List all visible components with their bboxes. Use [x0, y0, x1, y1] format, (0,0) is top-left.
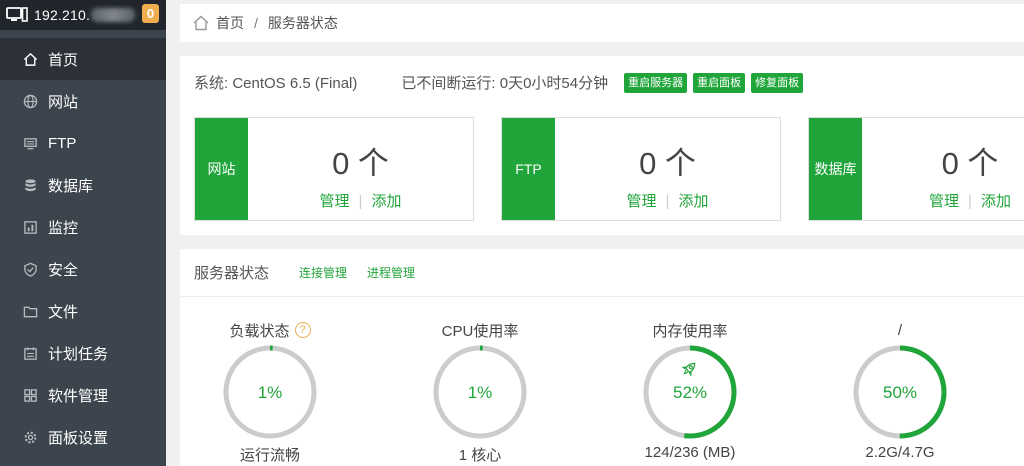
gauge-title: CPU使用率: [441, 322, 519, 340]
home-icon[interactable]: [192, 14, 210, 32]
sidebar-header: 192.210. 0: [0, 0, 166, 30]
sidebar-item-label: 网站: [48, 93, 79, 111]
sidebar-item[interactable]: 首页: [0, 38, 166, 80]
action-separator: |: [358, 193, 363, 210]
stat-actions: 管理 | 添加: [555, 190, 780, 211]
stat-box-ftp: FTP 0 个 管理 | 添加: [501, 117, 781, 221]
stat-actions: 管理 | 添加: [862, 190, 1024, 211]
gauge-title: /: [897, 321, 903, 339]
status-title: 服务器状态: [194, 265, 270, 282]
stat-count: 0 个: [332, 146, 389, 181]
globe-icon: [22, 93, 38, 109]
shield-icon: [22, 261, 38, 277]
server-ip: 192.210.: [34, 7, 91, 23]
status-header: 服务器状态 连接管理 进程管理: [180, 249, 1024, 297]
folder-icon: [22, 303, 38, 319]
stat-actions: 管理 | 添加: [248, 190, 473, 211]
sidebar-item[interactable]: FTP: [0, 122, 166, 164]
overview-panel: 系统: CentOS 6.5 (Final) 已不间断运行: 0天0小时54分钟…: [180, 56, 1024, 235]
sidebar-menu: 首页网站 FTP 数据库监控安全文件计划任务软件管理面板设置: [0, 38, 166, 458]
sidebar-item[interactable]: 软件管理: [0, 374, 166, 416]
repair-panel-button[interactable]: 修复面板: [751, 72, 804, 93]
sidebar-item[interactable]: 数据库: [0, 164, 166, 206]
monitor-icon: [6, 7, 28, 22]
gauge-ring: 1%: [223, 345, 317, 439]
action-separator: |: [665, 193, 670, 210]
gauge-value: 52%: [673, 383, 707, 402]
stat-count: 0 个: [639, 146, 696, 181]
add-link[interactable]: 添加: [678, 193, 708, 210]
system-line: 系统: CentOS 6.5 (Final) 已不间断运行: 0天0小时54分钟…: [194, 72, 804, 93]
stat-label: FTP: [502, 118, 555, 220]
gauge-value: 50%: [883, 383, 917, 402]
grid-icon: [22, 387, 38, 403]
sidebar-item-label: 软件管理: [48, 387, 109, 405]
add-link[interactable]: 添加: [371, 193, 401, 210]
breadcrumb-separator: /: [254, 15, 258, 31]
breadcrumb-current: 服务器状态: [267, 15, 338, 31]
uptime-info: 已不间断运行: 0天0小时54分钟: [401, 75, 609, 92]
gauge-load[interactable]: 负载状态? 1% 运行流畅: [180, 319, 360, 465]
breadcrumb: 首页 / 服务器状态: [180, 4, 1024, 42]
manage-link[interactable]: 管理: [627, 193, 657, 210]
sidebar-item-label: FTP: [48, 134, 77, 152]
gauge-ring: 52%: [643, 345, 737, 439]
os-info: 系统: CentOS 6.5 (Final): [194, 75, 358, 92]
gauge-value: 1%: [468, 383, 493, 402]
sidebar-item[interactable]: 网站: [0, 80, 166, 122]
manage-link[interactable]: 管理: [929, 193, 959, 210]
gauge-ring: 1%: [433, 345, 527, 439]
gauge-title: 内存使用率: [652, 322, 728, 340]
gauge-detail: 2.2G/4.7G: [865, 444, 935, 461]
sidebar-item-label: 首页: [48, 51, 79, 69]
sidebar-item-label: 面板设置: [48, 429, 109, 447]
help-icon[interactable]: ?: [294, 322, 311, 338]
connection-manage-link[interactable]: 连接管理: [299, 264, 347, 281]
gauge-detail: 1 核心: [458, 447, 502, 464]
gauge-cpu[interactable]: CPU使用率 1% 1 核心: [390, 319, 570, 465]
database-icon: [22, 177, 38, 193]
breadcrumb-home[interactable]: 首页: [216, 13, 244, 33]
ftp-icon: [22, 135, 38, 151]
sidebar-item[interactable]: 计划任务: [0, 332, 166, 374]
rocket-icon[interactable]: [681, 359, 699, 377]
home-icon: [22, 51, 38, 67]
notification-badge[interactable]: 0: [142, 4, 159, 23]
gauge-value: 1%: [258, 383, 283, 402]
sidebar-item[interactable]: 监控: [0, 206, 166, 248]
monitor-chart-icon: [22, 219, 38, 235]
sidebar: 192.210. 0 首页网站 FTP 数据库监控安全文件计划任务软件管理面板设置: [0, 0, 166, 466]
gauge-title: 负载状态: [229, 322, 290, 340]
sidebar-item-label: 安全: [48, 261, 79, 279]
manage-link[interactable]: 管理: [320, 193, 350, 210]
gauge-detail: 124/236 (MB): [644, 444, 736, 461]
gauge-disk[interactable]: / 50% 2.2G/4.7G: [810, 319, 990, 461]
add-link[interactable]: 添加: [981, 193, 1011, 210]
sidebar-item[interactable]: 文件: [0, 290, 166, 332]
gauge-detail: 运行流畅: [239, 447, 300, 464]
sidebar-item-label: 文件: [48, 303, 79, 321]
sidebar-item-label: 数据库: [48, 177, 94, 195]
action-separator: |: [968, 193, 972, 210]
stat-label: 数据库: [809, 118, 862, 220]
sidebar-item[interactable]: 面板设置: [0, 416, 166, 458]
calendar-icon: [22, 345, 38, 361]
sidebar-item-label: 监控: [48, 219, 79, 237]
stat-count: 0 个: [941, 146, 999, 181]
restart-panel-button[interactable]: 重启面板: [693, 72, 746, 93]
gauge-memory[interactable]: 内存使用率 52% 124/236 (MB): [600, 319, 780, 461]
sidebar-item-label: 计划任务: [48, 345, 109, 363]
ip-redaction: [91, 8, 136, 22]
stat-label: 网站: [195, 118, 248, 220]
stat-box-database: 数据库 0 个 管理 | 添加: [808, 117, 1024, 221]
stat-box-website: 网站 0 个 管理 | 添加: [194, 117, 474, 221]
process-manage-link[interactable]: 进程管理: [367, 264, 415, 281]
gauge-ring: 50%: [853, 345, 947, 439]
restart-server-button[interactable]: 重启服务器: [624, 72, 688, 93]
sidebar-item[interactable]: 安全: [0, 248, 166, 290]
gear-icon: [22, 429, 38, 445]
server-status-panel: 服务器状态 连接管理 进程管理 负载状态? 1% 运行流畅 CPU使用率 1% …: [180, 249, 1024, 466]
